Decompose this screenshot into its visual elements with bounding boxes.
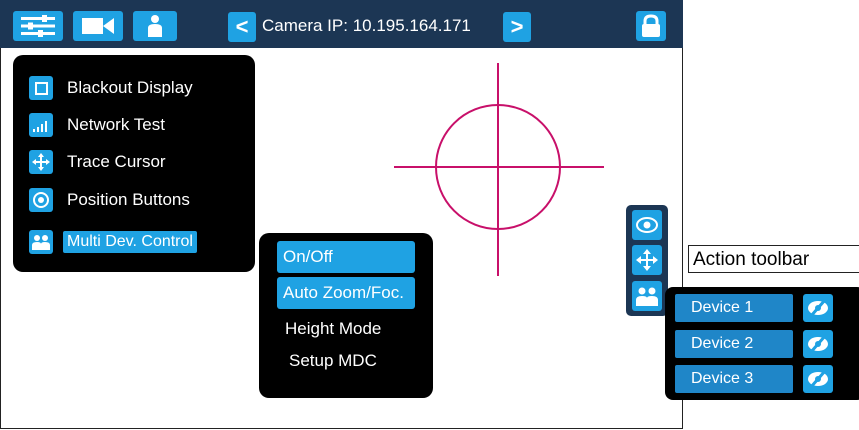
submenu-item-height-mode[interactable]: Height Mode (279, 313, 417, 345)
eye-slash-icon[interactable] (803, 294, 833, 322)
menu-item-label: Position Buttons (67, 190, 190, 209)
menu-item-position-buttons[interactable]: Position Buttons (29, 187, 190, 213)
view-button[interactable] (632, 210, 662, 240)
eye-icon (636, 217, 658, 233)
person-icon (148, 15, 162, 37)
video-camera-icon (82, 18, 114, 34)
device-panel: Device 1 Device 2 Device 3 (665, 287, 859, 400)
camera-ip-label: Camera IP: 10.195.164.171 (262, 16, 471, 35)
group-icon (29, 230, 53, 254)
trace-button[interactable] (632, 245, 662, 275)
device-row-1[interactable]: Device 1 (675, 294, 793, 322)
main-menu-panel: Blackout Display Network Test Trace Curs… (13, 55, 255, 272)
multi-device-button[interactable] (632, 281, 662, 311)
submenu-panel: On/Off Auto Zoom/Foc. Height Mode Setup … (259, 233, 433, 398)
menu-item-label: Blackout Display (67, 78, 193, 97)
sliders-icon (21, 15, 55, 37)
menu-item-label: Network Test (67, 115, 165, 134)
device-row-2[interactable]: Device 2 (675, 330, 793, 358)
user-button[interactable] (133, 11, 177, 41)
action-toolbar (626, 205, 668, 316)
menu-item-trace-cursor[interactable]: Trace Cursor (29, 149, 166, 175)
action-toolbar-label: Action toolbar (688, 245, 859, 273)
submenu-item-on-off[interactable]: On/Off (277, 241, 415, 273)
lock-button[interactable] (636, 11, 666, 41)
prev-camera-button[interactable]: < (228, 12, 256, 42)
menu-item-label: Multi Dev. Control (63, 231, 197, 253)
menu-item-network-test[interactable]: Network Test (29, 112, 165, 138)
video-button[interactable] (73, 11, 123, 41)
device-row-3[interactable]: Device 3 (675, 365, 793, 393)
settings-button[interactable] (13, 11, 63, 41)
menu-item-multi-dev-control[interactable]: Multi Dev. Control (29, 229, 197, 255)
submenu-item-setup-mdc[interactable]: Setup MDC (283, 345, 421, 377)
move-arrows-icon (29, 150, 53, 174)
menu-item-blackout-display[interactable]: Blackout Display (29, 75, 193, 101)
next-camera-button[interactable]: > (503, 12, 531, 42)
signal-bars-icon (29, 113, 53, 137)
chevron-left-icon: < (235, 14, 249, 39)
menu-item-label: Trace Cursor (67, 152, 166, 171)
chevron-right-icon: > (510, 14, 524, 39)
eye-slash-icon[interactable] (803, 330, 833, 358)
top-toolbar: < Camera IP: 10.195.164.171 > (0, 0, 683, 48)
lock-icon (642, 14, 660, 37)
square-icon (29, 76, 53, 100)
target-icon (29, 188, 53, 212)
submenu-item-auto-zoom-focus[interactable]: Auto Zoom/Foc. (277, 277, 415, 309)
move-arrows-icon (636, 249, 658, 271)
group-icon (636, 287, 658, 306)
eye-slash-icon[interactable] (803, 365, 833, 393)
